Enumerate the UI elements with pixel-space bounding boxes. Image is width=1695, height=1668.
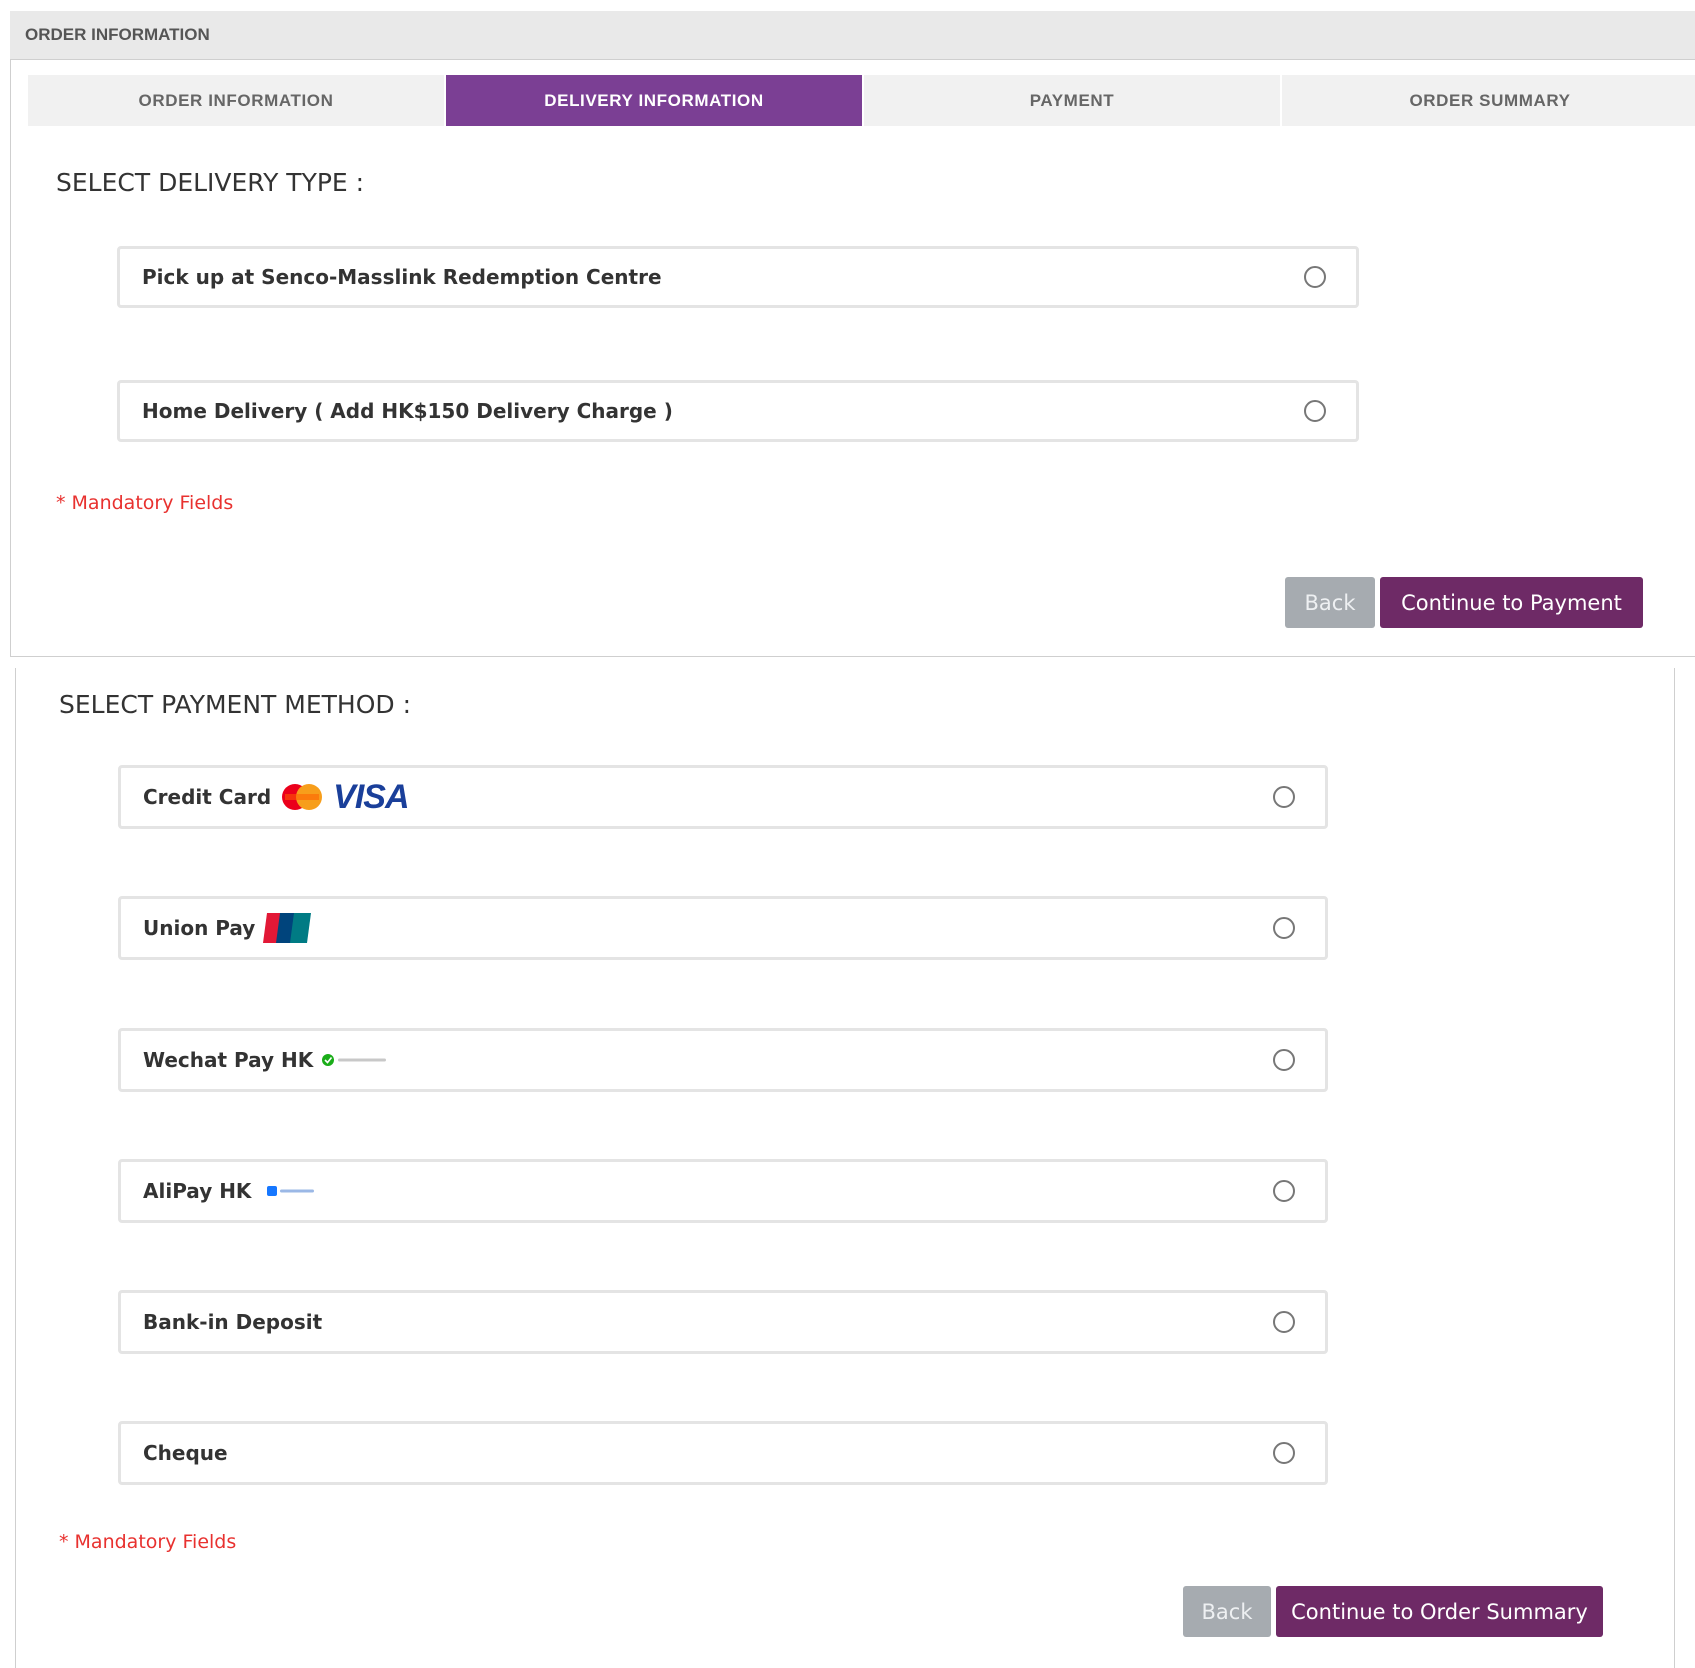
payment-option-label: Wechat Pay HK — [143, 1048, 314, 1072]
payment-method-heading: SELECT PAYMENT METHOD : — [59, 690, 411, 719]
delivery-option-label: Home Delivery ( Add HK$150 Delivery Char… — [142, 399, 673, 423]
alipay-icon — [267, 1184, 317, 1198]
payment-option-label: Cheque — [143, 1441, 228, 1465]
tab-order-summary[interactable]: ORDER SUMMARY — [1282, 75, 1695, 126]
back-button[interactable]: Back — [1183, 1586, 1271, 1637]
payment-option-union-pay[interactable]: Union Pay — [118, 896, 1328, 960]
payment-option-credit-card[interactable]: Credit Card VISA — [118, 765, 1328, 829]
union-pay-radio[interactable] — [1273, 917, 1295, 939]
wechat-pay-radio[interactable] — [1273, 1049, 1295, 1071]
alipay-radio[interactable] — [1273, 1180, 1295, 1202]
wechat-pay-icon — [321, 1052, 391, 1068]
delivery-option-pickup[interactable]: Pick up at Senco-Masslink Redemption Cen… — [117, 246, 1359, 308]
bank-in-radio[interactable] — [1273, 1311, 1295, 1333]
continue-to-payment-button[interactable]: Continue to Payment — [1380, 577, 1643, 628]
tab-payment[interactable]: PAYMENT — [864, 75, 1282, 126]
payment-option-label: AliPay HK — [143, 1179, 252, 1203]
visa-icon: VISA — [333, 777, 409, 816]
payment-option-cheque[interactable]: Cheque — [118, 1421, 1328, 1485]
credit-card-radio[interactable] — [1273, 786, 1295, 808]
payment-option-bank-in[interactable]: Bank-in Deposit — [118, 1290, 1328, 1354]
delivery-type-heading: SELECT DELIVERY TYPE : — [56, 168, 365, 197]
tab-order-information[interactable]: ORDER INFORMATION — [28, 75, 446, 126]
mastercard-icon — [279, 782, 325, 812]
delivery-pickup-radio[interactable] — [1304, 266, 1326, 288]
delivery-panel — [10, 59, 1695, 657]
payment-option-alipay[interactable]: AliPay HK — [118, 1159, 1328, 1223]
unionpay-icon — [263, 913, 312, 943]
checkout-steps-tabs: ORDER INFORMATION DELIVERY INFORMATION P… — [28, 75, 1695, 126]
delivery-home-radio[interactable] — [1304, 400, 1326, 422]
payment-option-label: Credit Card — [143, 785, 272, 809]
delivery-option-home[interactable]: Home Delivery ( Add HK$150 Delivery Char… — [117, 380, 1359, 442]
cheque-radio[interactable] — [1273, 1442, 1295, 1464]
page-header: ORDER INFORMATION — [10, 11, 1695, 59]
tab-delivery-information[interactable]: DELIVERY INFORMATION — [446, 75, 864, 126]
page-header-title: ORDER INFORMATION — [25, 25, 210, 44]
delivery-option-label: Pick up at Senco-Masslink Redemption Cen… — [142, 265, 662, 289]
mandatory-fields-note: * Mandatory Fields — [59, 1531, 237, 1553]
continue-to-order-summary-button[interactable]: Continue to Order Summary — [1276, 1586, 1603, 1637]
payment-option-label: Bank-in Deposit — [143, 1310, 323, 1334]
back-button[interactable]: Back — [1285, 577, 1375, 628]
payment-option-wechat-pay[interactable]: Wechat Pay HK — [118, 1028, 1328, 1092]
mandatory-fields-note: * Mandatory Fields — [56, 492, 234, 514]
payment-option-label: Union Pay — [143, 916, 256, 940]
